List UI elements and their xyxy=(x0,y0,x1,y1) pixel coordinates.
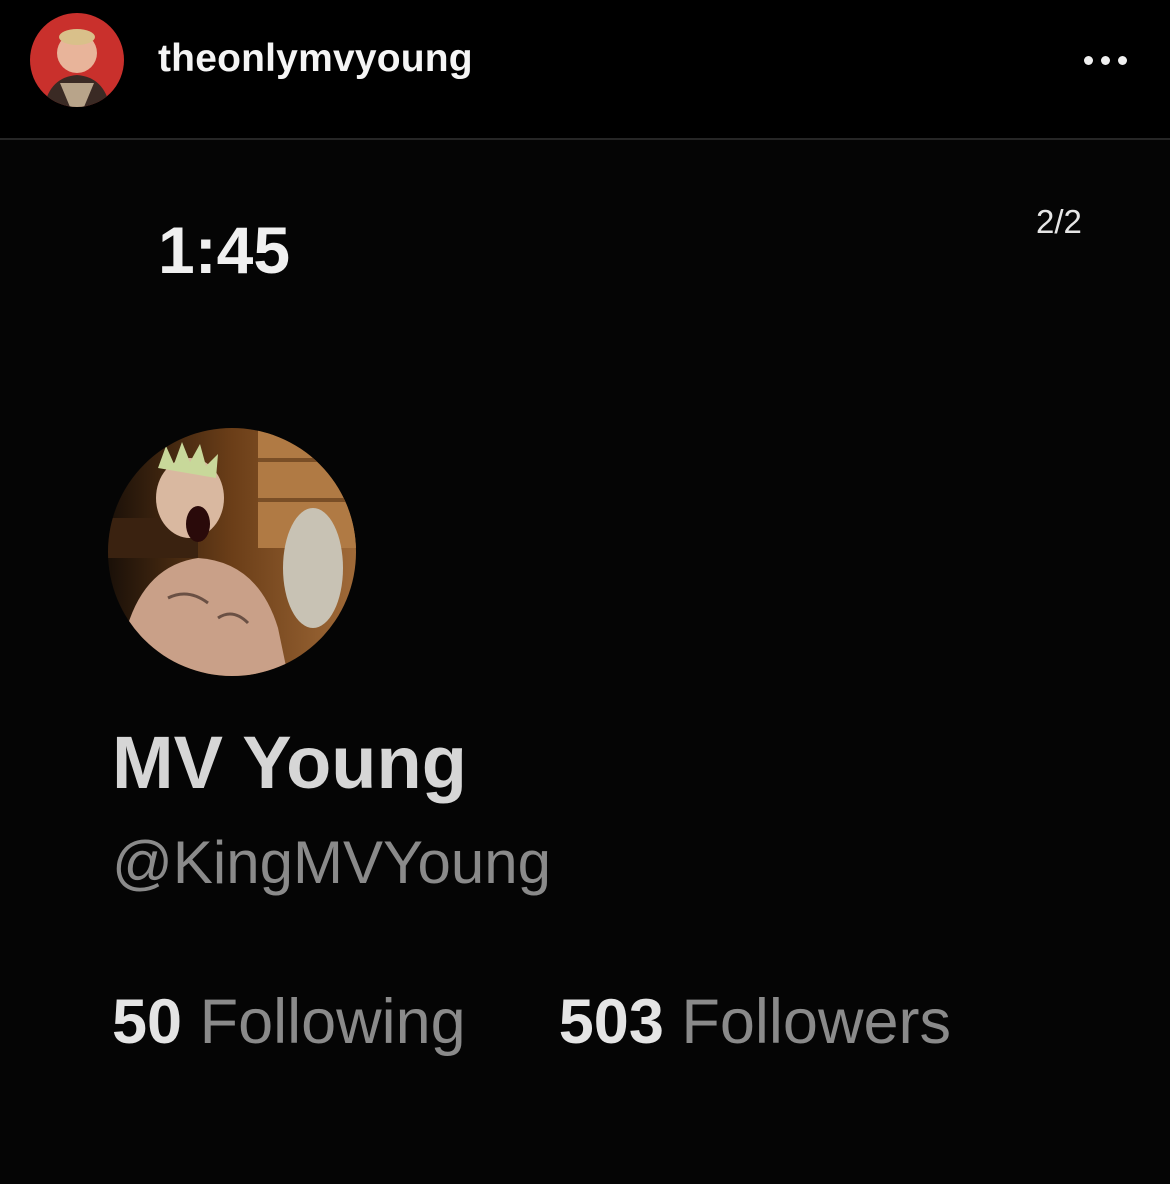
profile-display-name: MV Young xyxy=(112,721,467,804)
following-label: Following xyxy=(199,987,466,1057)
status-bar-clock: 1:45 xyxy=(158,213,291,287)
post-header: theonlymvyoung xyxy=(0,0,1170,138)
more-options-icon xyxy=(1083,55,1093,65)
more-options-icon-dot xyxy=(1100,55,1110,65)
author-username[interactable]: theonlymvyoung xyxy=(158,36,473,82)
more-options-icon-dot xyxy=(1117,55,1127,65)
more-options-button[interactable] xyxy=(1070,40,1140,80)
carousel-counter: 2/2 xyxy=(1036,203,1082,240)
followers-label: Followers xyxy=(681,987,951,1057)
author-avatar[interactable] xyxy=(30,13,124,107)
followers-count: 503 xyxy=(558,987,664,1057)
profile-avatar xyxy=(108,428,356,676)
profile-stats: 50 Following 503 Followers xyxy=(112,985,951,1059)
post-image[interactable]: 2/2 1:45 MV Young @KingMVYoung 50 Follow… xyxy=(0,140,1170,1184)
following-count: 50 xyxy=(112,987,183,1057)
profile-handle: @KingMVYoung xyxy=(112,829,551,896)
